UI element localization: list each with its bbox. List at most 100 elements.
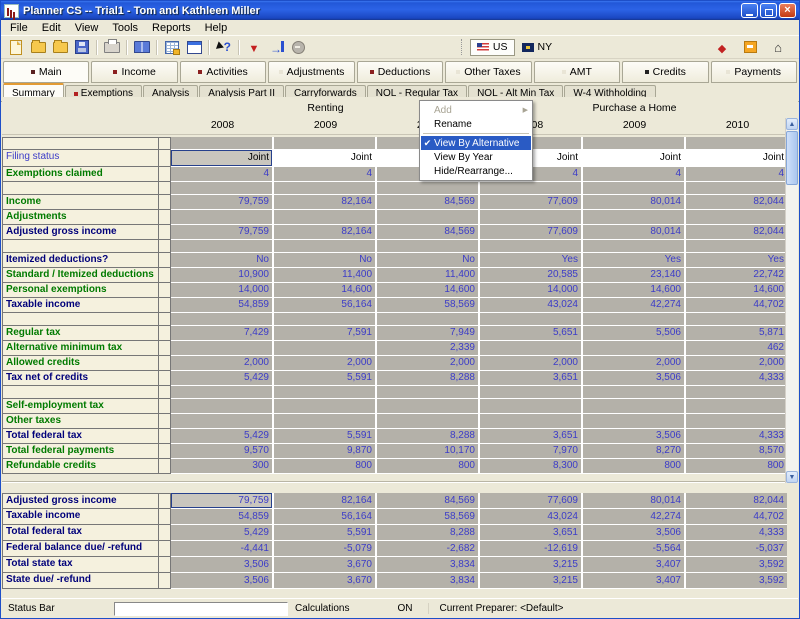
grid-cell[interactable]: 462 xyxy=(686,341,787,355)
grid-cell[interactable]: No xyxy=(377,253,478,267)
help-pointer-button[interactable] xyxy=(213,38,235,57)
grid-cell[interactable]: 8,288 xyxy=(377,371,478,385)
grid-cell[interactable]: 80,014 xyxy=(583,195,684,209)
grid-cell[interactable]: 58,569 xyxy=(377,509,478,524)
grid-cell[interactable]: 8,270 xyxy=(583,444,684,458)
grid-cell[interactable] xyxy=(171,341,272,355)
grid-cell[interactable] xyxy=(480,313,581,325)
grid-cell[interactable] xyxy=(583,182,684,194)
grid-cell[interactable]: 84,569 xyxy=(377,195,478,209)
grid-cell[interactable]: 3,651 xyxy=(480,371,581,385)
grid-cell[interactable]: 84,569 xyxy=(377,493,478,508)
grid-cell[interactable] xyxy=(686,386,787,398)
grid-cell[interactable]: 80,014 xyxy=(583,225,684,239)
grid-cell[interactable]: 3,407 xyxy=(583,557,684,572)
red-down-arrow-button[interactable] xyxy=(243,38,265,57)
menu-view[interactable]: View xyxy=(68,22,106,34)
grid-cell[interactable]: 14,600 xyxy=(583,283,684,297)
grid-cell[interactable] xyxy=(686,240,787,252)
grid-cell[interactable]: 3,407 xyxy=(583,573,684,588)
grid-cell[interactable] xyxy=(686,414,787,428)
grid-cell[interactable] xyxy=(583,341,684,355)
grid-cell[interactable]: -5,564 xyxy=(583,541,684,556)
grid-cell[interactable]: Joint xyxy=(686,150,787,166)
grid-cell[interactable] xyxy=(480,182,581,194)
grid-cell[interactable]: 3,506 xyxy=(171,573,272,588)
grid-cell[interactable] xyxy=(377,399,478,413)
grid-cell[interactable]: 82,044 xyxy=(686,225,787,239)
grid-cell[interactable]: 20,585 xyxy=(480,268,581,282)
grid-cell[interactable]: 11,400 xyxy=(377,268,478,282)
grid-cell[interactable] xyxy=(480,399,581,413)
grid-cell[interactable] xyxy=(686,399,787,413)
grid-cell[interactable]: 3,670 xyxy=(274,557,375,572)
grid-cell[interactable]: 10,170 xyxy=(377,444,478,458)
grid-cell[interactable]: 2,000 xyxy=(686,356,787,370)
grid-cell[interactable]: 7,591 xyxy=(274,326,375,340)
grid-cell[interactable]: 3,506 xyxy=(583,525,684,540)
menu-item-view-by-alternative[interactable]: View By Alternative xyxy=(421,136,531,150)
grid-cell[interactable]: Joint xyxy=(583,150,684,166)
print-button[interactable] xyxy=(101,38,123,57)
status-field[interactable] xyxy=(114,602,288,616)
grid-cell[interactable]: 44,702 xyxy=(686,298,787,312)
year-header[interactable]: 2008 xyxy=(172,117,273,134)
grid-cell[interactable]: 42,274 xyxy=(583,298,684,312)
grid-cell[interactable] xyxy=(583,313,684,325)
tab-activities[interactable]: Activities xyxy=(180,61,266,83)
grid-cell[interactable] xyxy=(171,137,272,149)
grid-cell[interactable] xyxy=(274,399,375,413)
grid-cell[interactable]: 5,506 xyxy=(583,326,684,340)
grid-cell[interactable]: 3,506 xyxy=(583,371,684,385)
grid-cell[interactable] xyxy=(686,210,787,224)
grid-cell[interactable]: 4 xyxy=(686,167,787,181)
grid-cell[interactable]: 2,000 xyxy=(274,356,375,370)
grid-cell[interactable]: 4 xyxy=(583,167,684,181)
grid-cell[interactable]: 8,570 xyxy=(686,444,787,458)
menu-tools[interactable]: Tools xyxy=(105,22,145,34)
grid-cell[interactable] xyxy=(583,386,684,398)
grid-cell[interactable]: 4,333 xyxy=(686,429,787,443)
grid-cell[interactable]: 56,164 xyxy=(274,298,375,312)
grid-cell[interactable] xyxy=(377,386,478,398)
grid-cell[interactable]: 2,000 xyxy=(377,356,478,370)
vertical-scrollbar[interactable]: ▲ ▼ xyxy=(785,118,798,483)
grid-cell[interactable]: 5,591 xyxy=(274,429,375,443)
grid-cell[interactable]: 14,600 xyxy=(686,283,787,297)
grid-cell[interactable] xyxy=(480,341,581,355)
tab-adjustments[interactable]: Adjustments xyxy=(268,61,354,83)
disabled-circle-button[interactable] xyxy=(287,38,309,57)
grid-cell[interactable] xyxy=(480,210,581,224)
grid-cell[interactable]: 300 xyxy=(171,459,272,473)
year-header[interactable]: 2009 xyxy=(275,117,376,134)
grid-cell[interactable]: 43,024 xyxy=(480,509,581,524)
grid-cell[interactable] xyxy=(171,414,272,428)
grid-cell[interactable]: 77,609 xyxy=(480,225,581,239)
grid-cell[interactable] xyxy=(686,137,787,149)
red-dart-button[interactable] xyxy=(711,38,733,57)
grid-cell[interactable] xyxy=(686,182,787,194)
grid-cell[interactable]: 3,506 xyxy=(171,557,272,572)
grid-cell[interactable]: 14,600 xyxy=(377,283,478,297)
restore-button[interactable] xyxy=(760,3,777,18)
grid-cell[interactable] xyxy=(171,210,272,224)
grid-cell[interactable]: 7,970 xyxy=(480,444,581,458)
new-document-button[interactable] xyxy=(5,38,27,57)
grid-cell[interactable]: 9,570 xyxy=(171,444,272,458)
grid-cell[interactable]: No xyxy=(171,253,272,267)
scrollbar-thumb[interactable] xyxy=(786,131,798,185)
menu-help[interactable]: Help xyxy=(198,22,235,34)
grid-cell[interactable] xyxy=(377,313,478,325)
grid-cell[interactable]: 77,609 xyxy=(480,493,581,508)
grid-cell[interactable] xyxy=(274,137,375,149)
grid-cell[interactable]: -2,682 xyxy=(377,541,478,556)
grid-cell[interactable]: 42,274 xyxy=(583,509,684,524)
grid-cell[interactable]: 5,651 xyxy=(480,326,581,340)
grid-cell[interactable]: 14,000 xyxy=(480,283,581,297)
grid-cell[interactable]: 3,670 xyxy=(274,573,375,588)
grid-cell[interactable]: Joint xyxy=(171,150,272,166)
grid-cell[interactable]: 44,702 xyxy=(686,509,787,524)
grid-cell[interactable] xyxy=(480,414,581,428)
us-button[interactable]: US xyxy=(470,39,515,56)
grid-cell[interactable]: 2,339 xyxy=(377,341,478,355)
